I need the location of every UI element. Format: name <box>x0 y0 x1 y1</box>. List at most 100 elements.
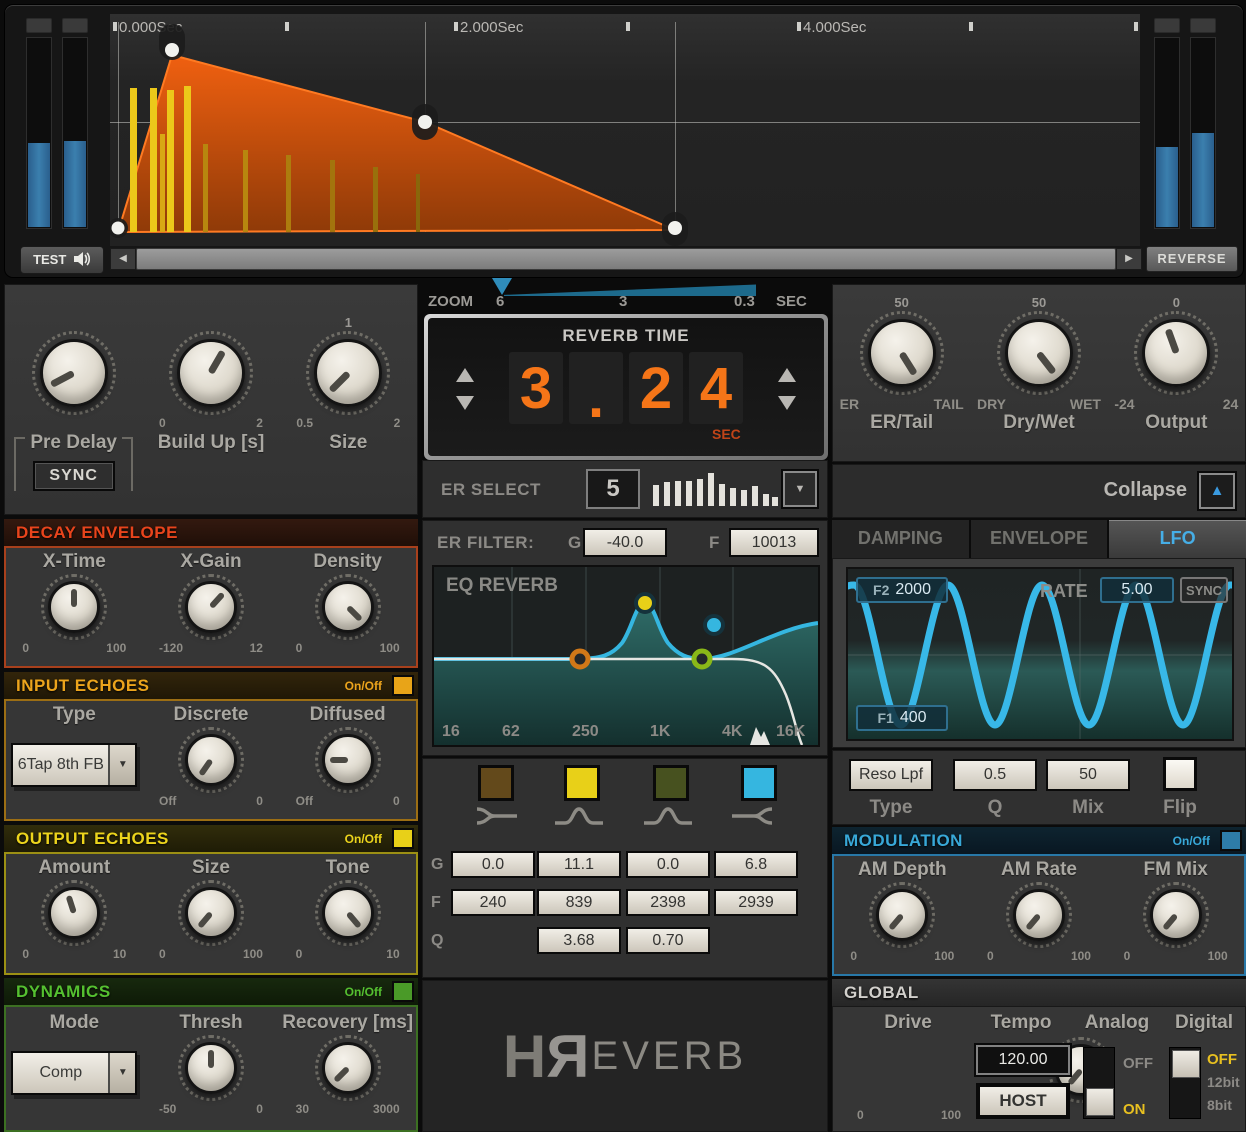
high-shelf-icon[interactable] <box>730 805 782 827</box>
digital-slider-handle[interactable] <box>1172 1050 1200 1078</box>
digital-8bit-label[interactable]: 8bit <box>1207 1097 1232 1113</box>
band1-gain[interactable]: 0.0 <box>451 851 535 878</box>
er-select-value[interactable]: 5 <box>586 469 640 509</box>
reverb-envelope-display[interactable]: 0.000Sec 2.000Sec 4.000Sec <box>110 14 1140 246</box>
er-filter-freq-value[interactable]: 10013 <box>729 528 819 557</box>
eq-band2-color-swatch[interactable] <box>564 765 600 801</box>
tone-label: Tone <box>325 857 370 878</box>
reverb-time-spinner-left[interactable] <box>456 368 474 410</box>
digital-slider[interactable] <box>1169 1047 1201 1119</box>
analog-slider-handle[interactable] <box>1086 1088 1114 1116</box>
reverb-time-spinner-right[interactable] <box>778 368 796 410</box>
knob-min-label: -120 <box>158 641 184 655</box>
eq-band1-color-swatch[interactable] <box>478 765 514 801</box>
dry-wet-knob[interactable] <box>996 311 1081 395</box>
size-knob[interactable] <box>306 331 391 415</box>
spin-down-icon[interactable] <box>456 396 474 410</box>
digital-12bit-label[interactable]: 12bit <box>1207 1074 1240 1090</box>
band3-freq[interactable]: 2398 <box>626 889 710 916</box>
knob-pointer <box>345 911 362 929</box>
tone-knob[interactable] <box>314 880 381 946</box>
lfo-f2-box[interactable]: F2 2000 <box>856 577 948 603</box>
bell-filter-icon[interactable] <box>553 805 605 827</box>
discrete-knob[interactable] <box>177 727 244 793</box>
er-select-dropdown-button[interactable]: ▼ <box>783 471 817 507</box>
eq-reverb-graph[interactable]: EQ REVERB 16 62 250 1K 4K 16K <box>432 565 820 747</box>
am-rate-knob[interactable] <box>1005 882 1072 948</box>
thresh-knob[interactable] <box>177 1035 244 1101</box>
scroll-right-button[interactable]: ▶ <box>1116 248 1142 270</box>
modulation-onoff-toggle[interactable] <box>1220 830 1242 851</box>
digital-off-label[interactable]: OFF <box>1207 1051 1237 1068</box>
spin-up-icon[interactable] <box>778 368 796 382</box>
collapse-button[interactable]: ▲ <box>1199 473 1235 509</box>
end-handle-dot[interactable] <box>668 221 682 235</box>
band1-freq[interactable]: 240 <box>451 889 535 916</box>
tab-envelope[interactable]: ENVELOPE <box>970 520 1108 558</box>
er-tail-knob[interactable] <box>859 311 944 395</box>
band2-gain[interactable]: 11.1 <box>537 851 621 878</box>
decay-envelope-shape[interactable] <box>116 53 676 234</box>
x-time-knob[interactable] <box>41 574 108 640</box>
lfo-sync-button[interactable]: SYNC <box>1180 577 1228 603</box>
scroll-left-button[interactable]: ◀ <box>110 248 136 270</box>
tempo-host-button[interactable]: HOST <box>978 1085 1068 1117</box>
x-gain-knob[interactable] <box>177 574 244 640</box>
input-echoes-onoff-toggle[interactable] <box>392 675 414 696</box>
density-knob[interactable] <box>314 574 381 640</box>
lfo-filter-q[interactable]: 0.5 <box>953 759 1037 791</box>
band3-q[interactable]: 0.70 <box>626 927 710 954</box>
test-button[interactable]: TEST <box>20 246 104 274</box>
spin-down-icon[interactable] <box>778 396 796 410</box>
eq-band3-dot[interactable] <box>691 648 713 670</box>
fm-mix-knob[interactable] <box>1142 882 1209 948</box>
eq-band3-color-swatch[interactable] <box>653 765 689 801</box>
lfo-flip-toggle[interactable] <box>1163 757 1197 791</box>
eq-curve-fill <box>434 603 818 745</box>
speaker-icon <box>73 252 90 266</box>
band4-freq[interactable]: 2939 <box>714 889 798 916</box>
analog-off-label[interactable]: OFF <box>1123 1055 1153 1072</box>
diffused-knob[interactable] <box>314 727 381 793</box>
eq-band4-color-swatch[interactable] <box>741 765 777 801</box>
band3-gain[interactable]: 0.0 <box>626 851 710 878</box>
lfo-rate-box[interactable]: 5.00 <box>1100 577 1174 603</box>
analog-slider[interactable] <box>1083 1047 1115 1119</box>
spin-up-icon[interactable] <box>456 368 474 382</box>
dynamics-mode-dropdown[interactable]: Comp ▼ <box>11 1051 138 1095</box>
bell-filter-icon[interactable] <box>642 805 694 827</box>
eq-band1-dot[interactable] <box>569 648 591 670</box>
mid-decay-handle-dot[interactable] <box>418 115 432 129</box>
reverse-button[interactable]: REVERSE <box>1146 246 1238 272</box>
analog-on-label[interactable]: ON <box>1123 1101 1146 1118</box>
attack-handle-dot[interactable] <box>165 43 179 57</box>
eq-band2-dot[interactable] <box>634 592 656 614</box>
dynamics-onoff-toggle[interactable] <box>392 981 414 1002</box>
start-handle-dot[interactable] <box>111 221 125 235</box>
band4-gain[interactable]: 6.8 <box>714 851 798 878</box>
input-type-dropdown[interactable]: 6Tap 8th FB ▼ <box>11 743 138 787</box>
er-filter-gain-value[interactable]: -40.0 <box>583 528 667 557</box>
lfo-f1-box[interactable]: F1 400 <box>856 705 948 731</box>
tab-lfo[interactable]: LFO <box>1109 520 1246 558</box>
tempo-value-display[interactable]: 120.00 <box>976 1045 1070 1075</box>
band2-freq[interactable]: 839 <box>537 889 621 916</box>
build-up-knob[interactable] <box>168 331 253 415</box>
size-out-knob[interactable] <box>177 880 244 946</box>
reverb-time-digits[interactable]: 3 . 2 4 <box>509 352 743 427</box>
pre-delay-knob[interactable] <box>31 331 116 415</box>
predelay-sync-button[interactable]: SYNC <box>32 461 115 491</box>
amount-knob[interactable] <box>41 880 108 946</box>
output-knob[interactable] <box>1134 311 1219 395</box>
low-shelf-icon[interactable] <box>467 805 519 827</box>
timeline-scrollbar[interactable] <box>136 248 1116 270</box>
output-echoes-onoff-toggle[interactable] <box>392 828 414 849</box>
lfo-filter-type[interactable]: Reso Lpf <box>849 759 933 791</box>
tab-damping[interactable]: DAMPING <box>832 520 969 558</box>
recovery-knob[interactable] <box>314 1035 381 1101</box>
am-depth-knob[interactable] <box>869 882 936 948</box>
band2-q[interactable]: 3.68 <box>537 927 621 954</box>
zoom-slider-track[interactable] <box>504 284 756 296</box>
eq-band4-dot[interactable] <box>703 614 725 636</box>
lfo-filter-mix[interactable]: 50 <box>1046 759 1130 791</box>
